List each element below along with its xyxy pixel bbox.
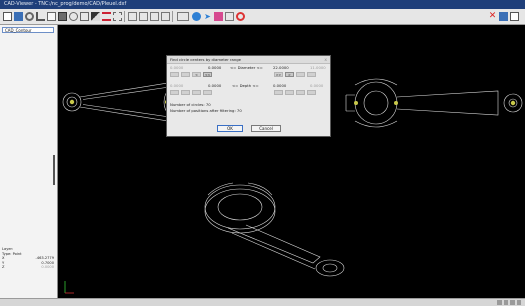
layer-item-label: CAD_Contour: [5, 28, 32, 33]
shift-icon[interactable]: [102, 12, 111, 21]
pattern-icon[interactable]: [80, 12, 89, 21]
step-button[interactable]: <<: [203, 72, 212, 77]
color-icon[interactable]: [214, 12, 223, 21]
step-button[interactable]: >>: [274, 72, 283, 77]
undo-icon[interactable]: [236, 12, 245, 21]
origin-icon[interactable]: [36, 12, 45, 21]
diameter-range-row: 0.0000 0.0000 <= Diameter <= 22.0000 11.…: [170, 65, 329, 70]
filtered-count-text: Number of positions after filtering: 70: [170, 108, 329, 113]
open-file-icon[interactable]: [14, 12, 23, 21]
circle-count-label: Number of circles: 70: [170, 102, 211, 107]
depth-min-field[interactable]: 0.0000: [208, 83, 221, 88]
panel-resize-handle[interactable]: [53, 155, 55, 185]
view-select-icon[interactable]: [177, 12, 189, 21]
status-icon: [510, 300, 515, 305]
cancel-button[interactable]: Cancel: [251, 125, 281, 132]
3d-view-icon[interactable]: [150, 12, 159, 21]
diameter-max-hint: 11.0000: [310, 65, 326, 70]
layer-item[interactable]: CAD_Contour: [2, 27, 54, 33]
depth-min-hint: 0.0000: [170, 83, 184, 88]
right-rod-part: [345, 78, 523, 128]
find-circles-dialog: Find circle centers by diameter range X …: [166, 55, 331, 137]
step-button[interactable]: [181, 72, 190, 77]
axis-indicator: [64, 281, 74, 294]
step-button[interactable]: <: [192, 72, 201, 77]
cursor-icon[interactable]: ➤: [203, 12, 212, 21]
status-bar: [0, 298, 525, 306]
step-button[interactable]: [203, 90, 212, 95]
contour-icon[interactable]: [47, 12, 56, 21]
grid-icon[interactable]: [113, 12, 122, 21]
globe-icon[interactable]: [192, 12, 201, 21]
depth-max-hint: 0.0000: [310, 83, 324, 88]
step-button[interactable]: [285, 90, 294, 95]
zoom-icon[interactable]: [91, 12, 100, 21]
window-title-bar: CAD-Viewer - TNC:/nc_prog/demo/CAD/Pleue…: [0, 0, 525, 9]
step-button[interactable]: [274, 90, 283, 95]
status-icon: [503, 300, 508, 305]
step-button[interactable]: [296, 90, 305, 95]
axis-value: 0.0000: [41, 265, 54, 270]
bottom-3d-rod: [204, 182, 345, 277]
dialog-title: Find circle centers by diameter range: [167, 56, 330, 64]
diameter-step-buttons: < << >> >: [170, 72, 329, 77]
copy-icon[interactable]: [510, 12, 519, 21]
step-button[interactable]: >: [285, 72, 294, 77]
info-row-z: Z 0.0000: [2, 265, 54, 270]
status-icon: [516, 300, 521, 305]
move-icon[interactable]: [161, 12, 170, 21]
layer-panel: CAD_Contour Layer: Type: Point X -463.27…: [0, 25, 58, 298]
toolbar-separator: [124, 11, 125, 22]
step-button[interactable]: [307, 90, 316, 95]
filtered-count-label: Number of positions after filtering: 70: [170, 108, 242, 113]
status-icons: [497, 300, 521, 305]
window-title: CAD-Viewer - TNC:/nc_prog/demo/CAD/Pleue…: [4, 1, 127, 7]
layer-icon[interactable]: [3, 12, 12, 21]
depth-max-field[interactable]: 0.0000: [273, 83, 286, 88]
step-button[interactable]: [170, 90, 179, 95]
step-button[interactable]: [296, 72, 305, 77]
diameter-min-field[interactable]: 0.0000: [208, 65, 221, 70]
main-toolbar: ➤ ✕: [0, 9, 525, 25]
circle-count-text: Number of circles: 70: [170, 102, 329, 107]
axis-label: Z: [2, 265, 5, 270]
hole-icon[interactable]: [69, 12, 78, 21]
step-button[interactable]: [170, 72, 179, 77]
save-icon[interactable]: [499, 12, 508, 21]
toolbar-separator: [172, 11, 173, 22]
select-icon[interactable]: [225, 12, 234, 21]
depth-range-row: 0.0000 0.0000 <= Depth <= 0.0000 0.0000: [170, 83, 329, 88]
status-icon: [497, 300, 502, 305]
diameter-operator: <= Diameter <=: [230, 65, 263, 70]
settings-icon[interactable]: [139, 12, 148, 21]
snap-icon[interactable]: [128, 12, 137, 21]
positions-icon[interactable]: [58, 12, 67, 21]
close-icon[interactable]: ✕: [488, 12, 497, 21]
diameter-max-field[interactable]: 22.0000: [273, 65, 289, 70]
depth-step-buttons: [170, 90, 329, 95]
diameter-min-hint: 0.0000: [170, 65, 184, 70]
step-button[interactable]: [181, 90, 190, 95]
ok-button[interactable]: OK: [217, 125, 243, 132]
step-button[interactable]: [192, 90, 201, 95]
depth-operator: <= Depth <=: [232, 83, 259, 88]
step-button[interactable]: [307, 72, 316, 77]
close-icon[interactable]: X: [324, 56, 327, 63]
element-info: Layer: Type: Point X -463.2779 Y 0.7000 …: [2, 247, 54, 270]
set-reference-icon[interactable]: [25, 12, 34, 21]
